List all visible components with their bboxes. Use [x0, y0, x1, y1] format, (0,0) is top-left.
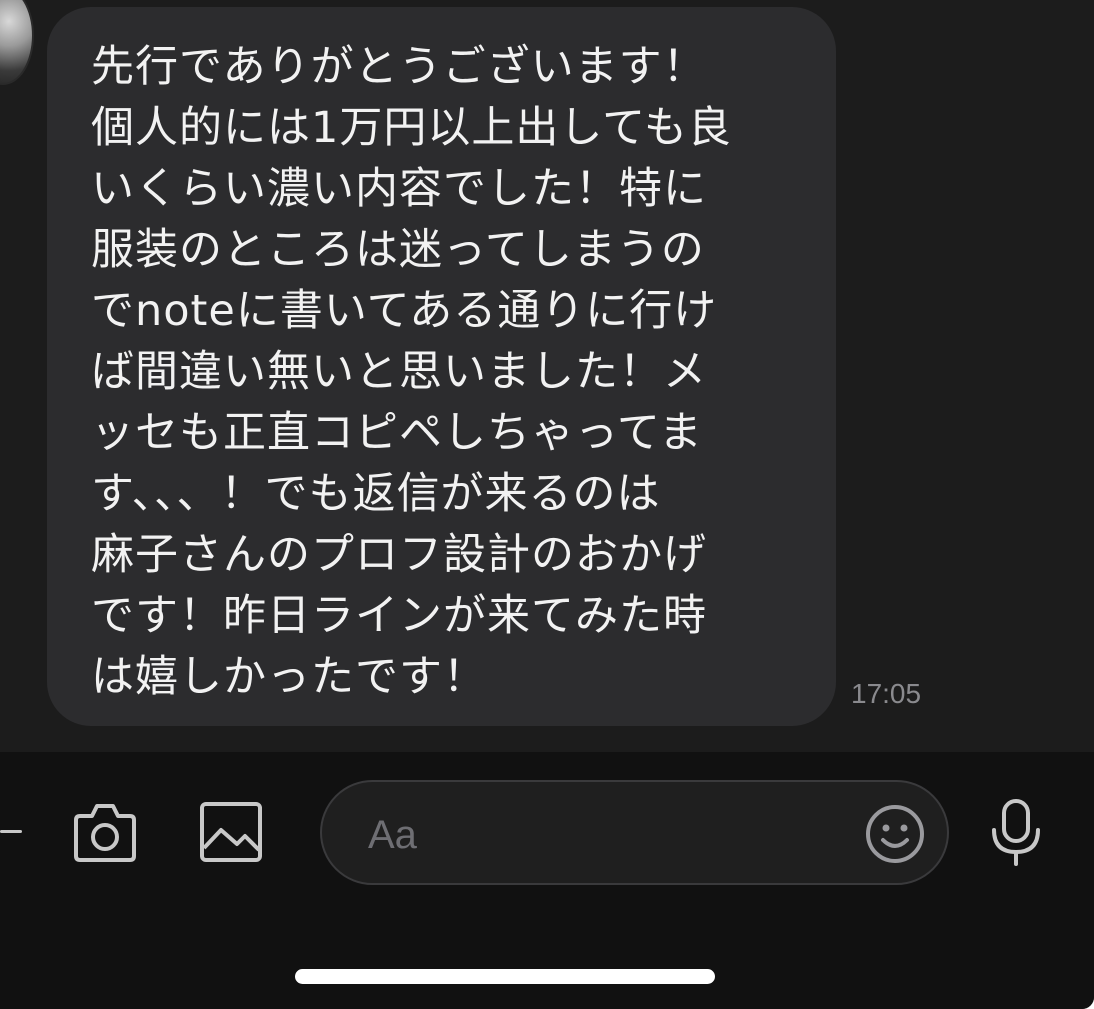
message-timestamp: 17:05: [851, 678, 922, 709]
camera-icon[interactable]: [72, 800, 138, 864]
image-icon[interactable]: [199, 800, 263, 864]
plus-icon[interactable]: [0, 830, 22, 833]
message-text: 先行でありがとうございます！ 個人的には1万円以上出しても良 いくらい濃い内容で…: [91, 42, 732, 702]
emoji-icon[interactable]: [865, 804, 925, 864]
chat-screen: 先行でありがとうございます！ 個人的には1万円以上出しても良 いくらい濃い内容で…: [0, 0, 1094, 1009]
microphone-icon[interactable]: [988, 798, 1044, 866]
message-input[interactable]: [366, 806, 840, 864]
message-input-container[interactable]: [320, 780, 949, 885]
message-bubble[interactable]: 先行でありがとうございます！ 個人的には1万円以上出しても良 いくらい濃い内容で…: [47, 7, 836, 726]
message-list[interactable]: 先行でありがとうございます！ 個人的には1万円以上出しても良 いくらい濃い内容で…: [0, 0, 1094, 752]
home-indicator[interactable]: [295, 969, 715, 984]
avatar[interactable]: [0, 0, 34, 85]
